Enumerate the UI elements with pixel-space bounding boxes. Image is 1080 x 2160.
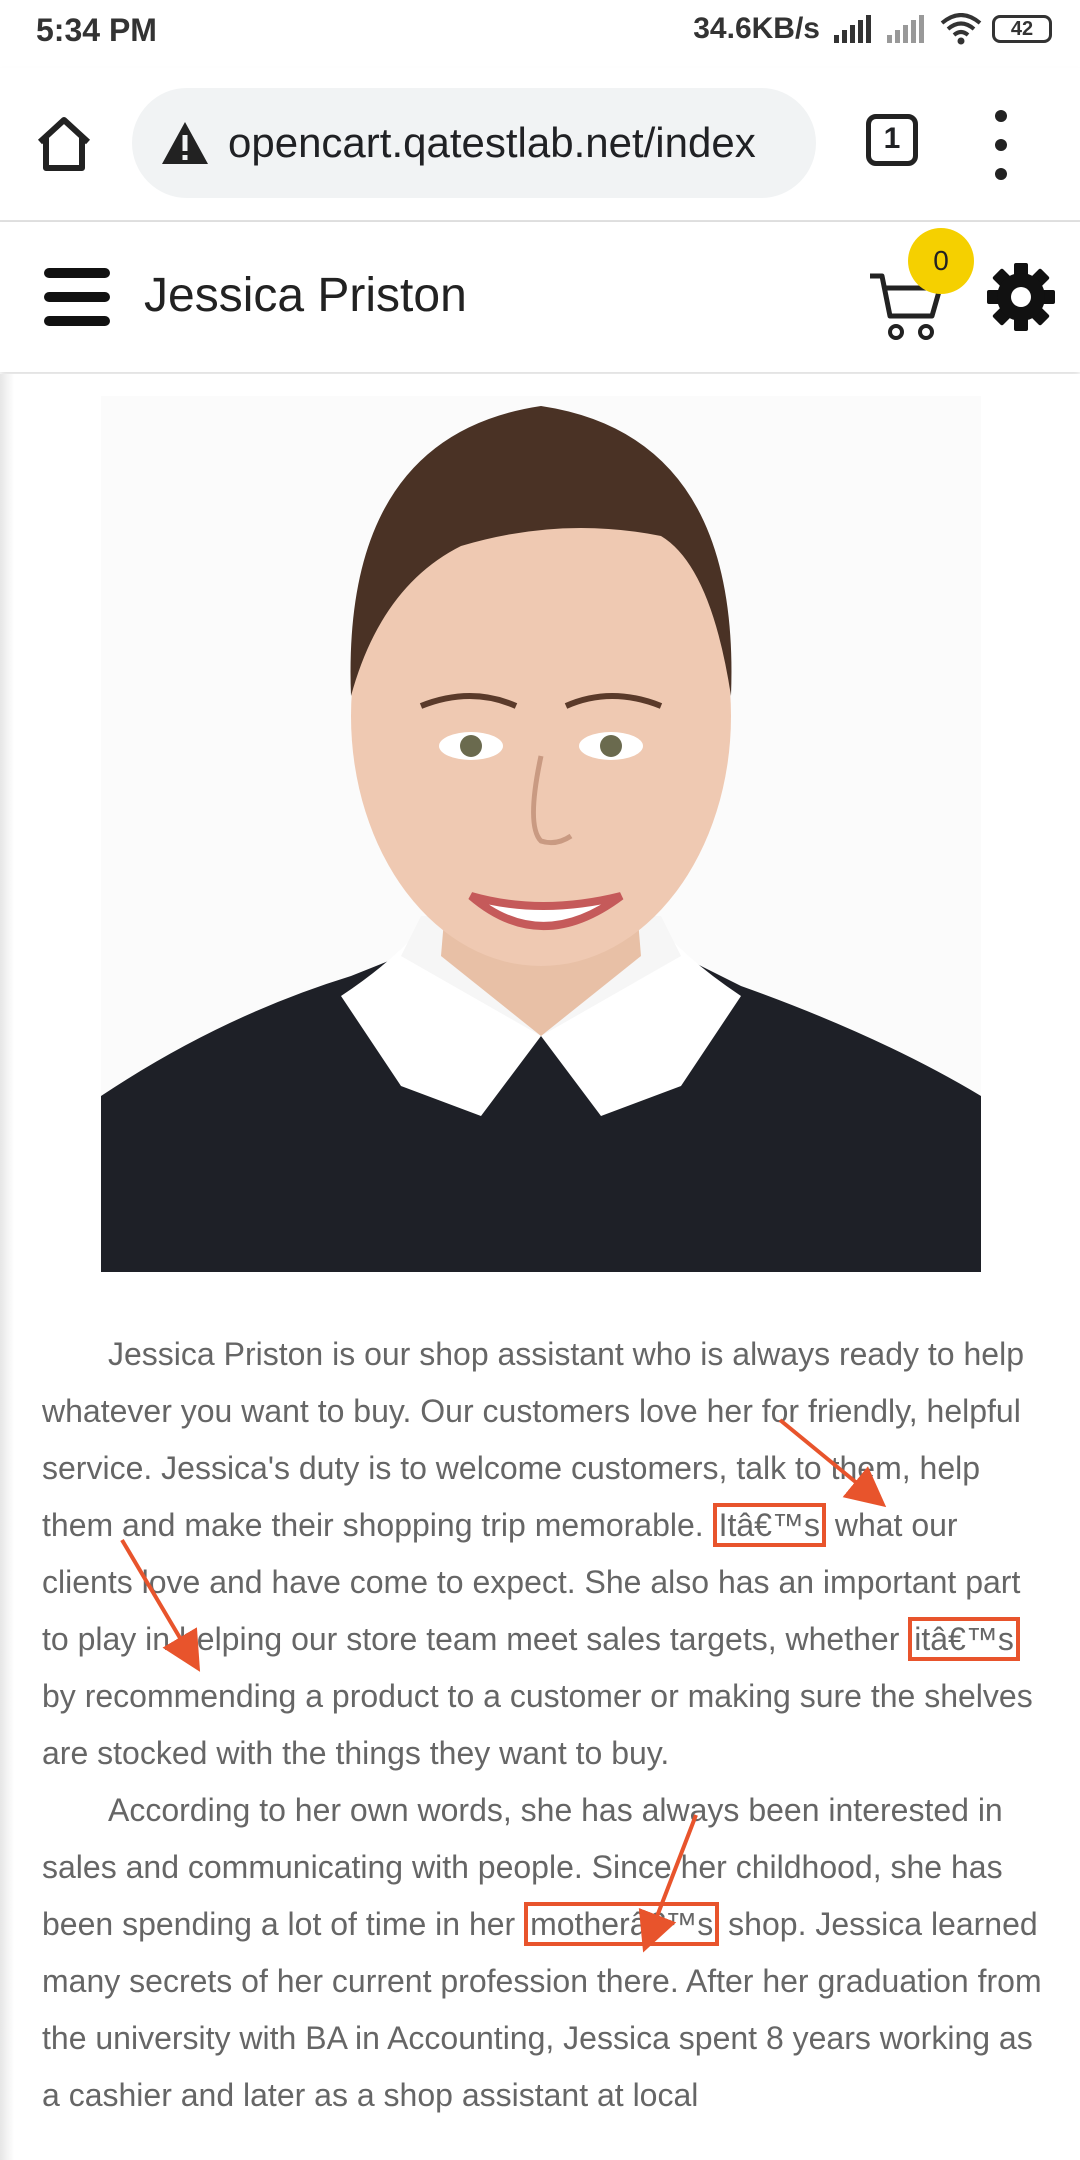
encoding-highlight: motherâ€™s (524, 1902, 720, 1946)
article-paragraph: Jessica Priston is our shop assistant wh… (42, 1326, 1042, 1782)
tab-switcher-button[interactable]: 1 (866, 114, 918, 166)
signal-2-icon (887, 15, 924, 43)
left-edge-shadow (0, 374, 14, 2160)
encoding-highlight: Itâ€™s (712, 1503, 826, 1547)
battery-icon: 42 (992, 15, 1052, 43)
status-time: 5:34 PM (36, 12, 157, 48)
gear-icon[interactable] (986, 262, 1056, 332)
network-speed: 34.6KB/s (693, 12, 820, 45)
status-indicators: 34.6KB/s 42 (693, 12, 1052, 46)
cart-count-badge: 0 (908, 228, 974, 294)
browser-toolbar: opencart.qatestlab.net/index 1 (0, 68, 1080, 222)
hamburger-menu-icon[interactable] (44, 268, 110, 326)
encoding-highlight: itâ€™s (908, 1617, 1020, 1661)
warning-icon[interactable] (160, 118, 210, 168)
overflow-menu-icon[interactable] (986, 110, 1016, 180)
address-bar[interactable]: opencart.qatestlab.net/index (132, 88, 816, 198)
status-bar: 5:34 PM 34.6KB/s 42 (0, 0, 1080, 68)
profile-photo (101, 396, 981, 1272)
page-title: Jessica Priston (144, 269, 467, 322)
signal-icon (834, 15, 871, 43)
article-body: Jessica Priston is our shop assistant wh… (42, 1326, 1042, 2124)
url-text: opencart.qatestlab.net/index (228, 119, 756, 166)
article-text: by recommending a product to a customer … (42, 1678, 1033, 1771)
home-icon[interactable] (32, 112, 96, 176)
wifi-icon (940, 13, 982, 45)
article-paragraph: According to her own words, she has alwa… (42, 1782, 1042, 2124)
